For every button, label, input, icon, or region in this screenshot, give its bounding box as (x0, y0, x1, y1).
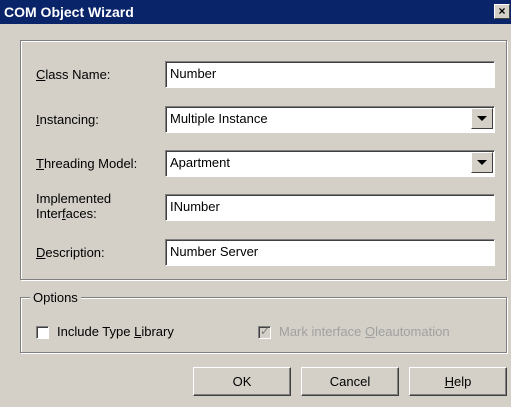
cancel-button[interactable]: Cancel (301, 367, 399, 396)
description-label: Description: (36, 245, 105, 260)
implemented-interfaces-input[interactable]: INumber (165, 194, 495, 221)
ok-button[interactable]: OK (193, 367, 291, 396)
threading-model-value: Apartment (170, 155, 230, 170)
instancing-value: Multiple Instance (170, 111, 268, 126)
instancing-dropdown-button[interactable] (471, 108, 493, 129)
close-icon: × (498, 4, 506, 18)
mark-oleautomation-checkbox: ✓ (258, 324, 271, 339)
instancing-label: Instancing: (36, 112, 99, 127)
class-name-input[interactable]: Number (165, 61, 495, 88)
title-bar: COM Object Wizard × (0, 0, 511, 24)
options-legend: Options (30, 290, 81, 305)
class-name-label: Class Name: (36, 67, 111, 82)
include-type-library-label[interactable]: Include Type Library (57, 324, 174, 339)
include-type-library-checkbox[interactable] (36, 326, 49, 339)
implemented-interfaces-label: Implemented Interfaces: (36, 191, 112, 221)
help-button[interactable]: Help (409, 367, 507, 396)
description-input[interactable]: Number Server (165, 239, 495, 266)
description-value: Number Server (170, 244, 259, 259)
implemented-interfaces-value: INumber (170, 199, 220, 214)
close-button[interactable]: × (494, 4, 510, 19)
window-title: COM Object Wizard (4, 4, 134, 20)
instancing-select[interactable]: Multiple Instance (165, 106, 495, 133)
threading-model-select[interactable]: Apartment (165, 150, 495, 177)
mark-oleautomation-label: Mark interface Oleautomation (279, 324, 450, 339)
checkmark-icon: ✓ (260, 324, 271, 338)
threading-model-dropdown-button[interactable] (471, 152, 493, 173)
class-name-value: Number (170, 66, 217, 81)
threading-model-label: Threading Model: (36, 156, 138, 171)
